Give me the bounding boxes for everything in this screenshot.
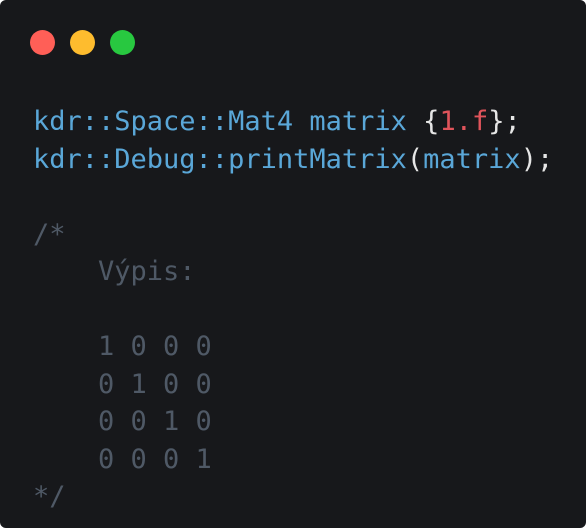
comment-heading: Výpis:	[33, 256, 196, 287]
argument-name: matrix	[423, 143, 521, 175]
matrix-row-3: 0 0 1 0	[33, 406, 212, 437]
paren-close: );	[520, 143, 554, 175]
brace-open: {	[423, 106, 440, 137]
function-name: kdr::Debug::printMatrix	[33, 143, 407, 175]
float-literal: 1.f	[439, 106, 489, 137]
close-button[interactable]	[30, 30, 55, 55]
type-name: kdr::Space::Mat4	[33, 106, 294, 137]
matrix-row-4: 0 0 0 1	[33, 443, 212, 475]
matrix-row-1: 1 0 0 0	[33, 331, 212, 362]
matrix-row-2: 0 1 0 0	[33, 368, 212, 400]
code-window: kdr::Space::Mat4 matrix {1.f}; kdr::Debug…	[0, 0, 586, 528]
code-line-1: kdr::Space::Mat4 matrix {1.f};	[33, 103, 553, 141]
comment-close: */	[33, 481, 66, 512]
variable-name: matrix	[309, 106, 407, 137]
paren-open: (	[406, 143, 424, 175]
comment-open: /*	[33, 218, 66, 250]
zoom-button[interactable]	[110, 30, 135, 55]
minimize-button[interactable]	[70, 30, 95, 55]
code-block: kdr::Space::Mat4 matrix {1.f}; kdr::Debug…	[33, 103, 553, 516]
brace-close: };	[488, 106, 521, 137]
code-line-2: kdr::Debug::printMatrix(matrix);	[33, 141, 553, 179]
